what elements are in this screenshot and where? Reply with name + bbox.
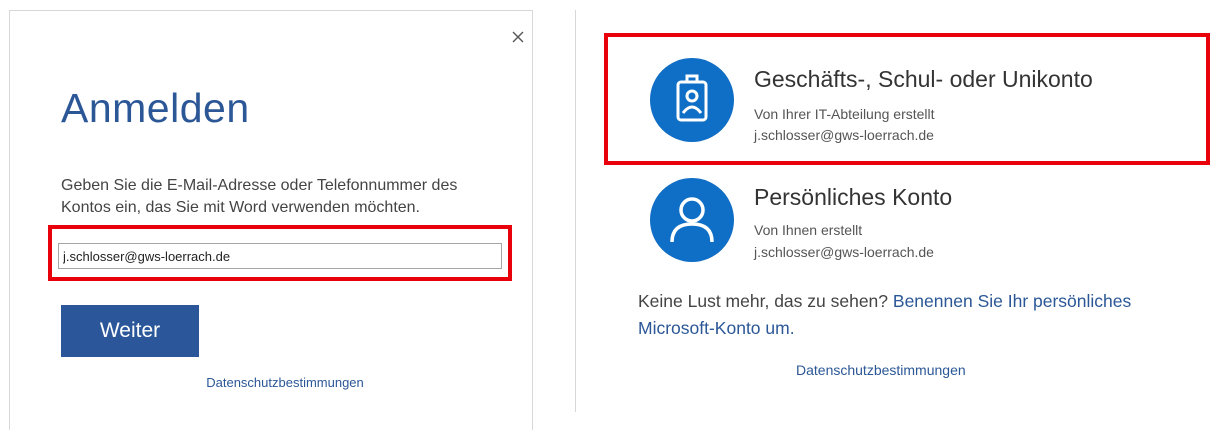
page-title: Anmelden (61, 85, 250, 131)
privacy-link-right[interactable]: Datenschutzbestimmungen (796, 362, 966, 378)
next-button[interactable]: Weiter (61, 305, 199, 357)
personal-account-created-by: Von Ihnen erstellt (754, 222, 863, 238)
privacy-link[interactable]: Datenschutzbestimmungen (10, 375, 532, 390)
work-account-created-by: Von Ihrer IT-Abteilung erstellt (754, 106, 935, 122)
work-account-email: j.schlosser@gws-loerrach.de (754, 127, 934, 143)
close-icon[interactable] (510, 29, 526, 45)
signin-instructions: Geben Sie die E-Mail-Adresse oder Telefo… (61, 177, 458, 216)
panel-divider (575, 10, 576, 412)
work-account-option[interactable]: Geschäfts-, Schul- oder Unikonto Von Ihr… (610, 36, 1210, 160)
rename-prompt: Keine Lust mehr, das zu sehen? Benennen … (638, 288, 1158, 342)
personal-account-name: Persönliches Konto (754, 184, 953, 210)
personal-account-option[interactable]: Persönliches Konto Von Ihnen erstellt j.… (610, 154, 1210, 278)
badge-icon (650, 58, 734, 142)
work-account-name: Geschäfts-, Schul- oder Unikonto (754, 66, 1093, 92)
person-icon (650, 178, 734, 262)
personal-account-email: j.schlosser@gws-loerrach.de (754, 244, 934, 260)
signin-dialog: Anmelden Geben Sie die E-Mail-Adresse od… (9, 10, 533, 430)
email-field[interactable] (58, 243, 502, 269)
rename-prompt-text: Keine Lust mehr, das zu sehen? (638, 291, 889, 311)
